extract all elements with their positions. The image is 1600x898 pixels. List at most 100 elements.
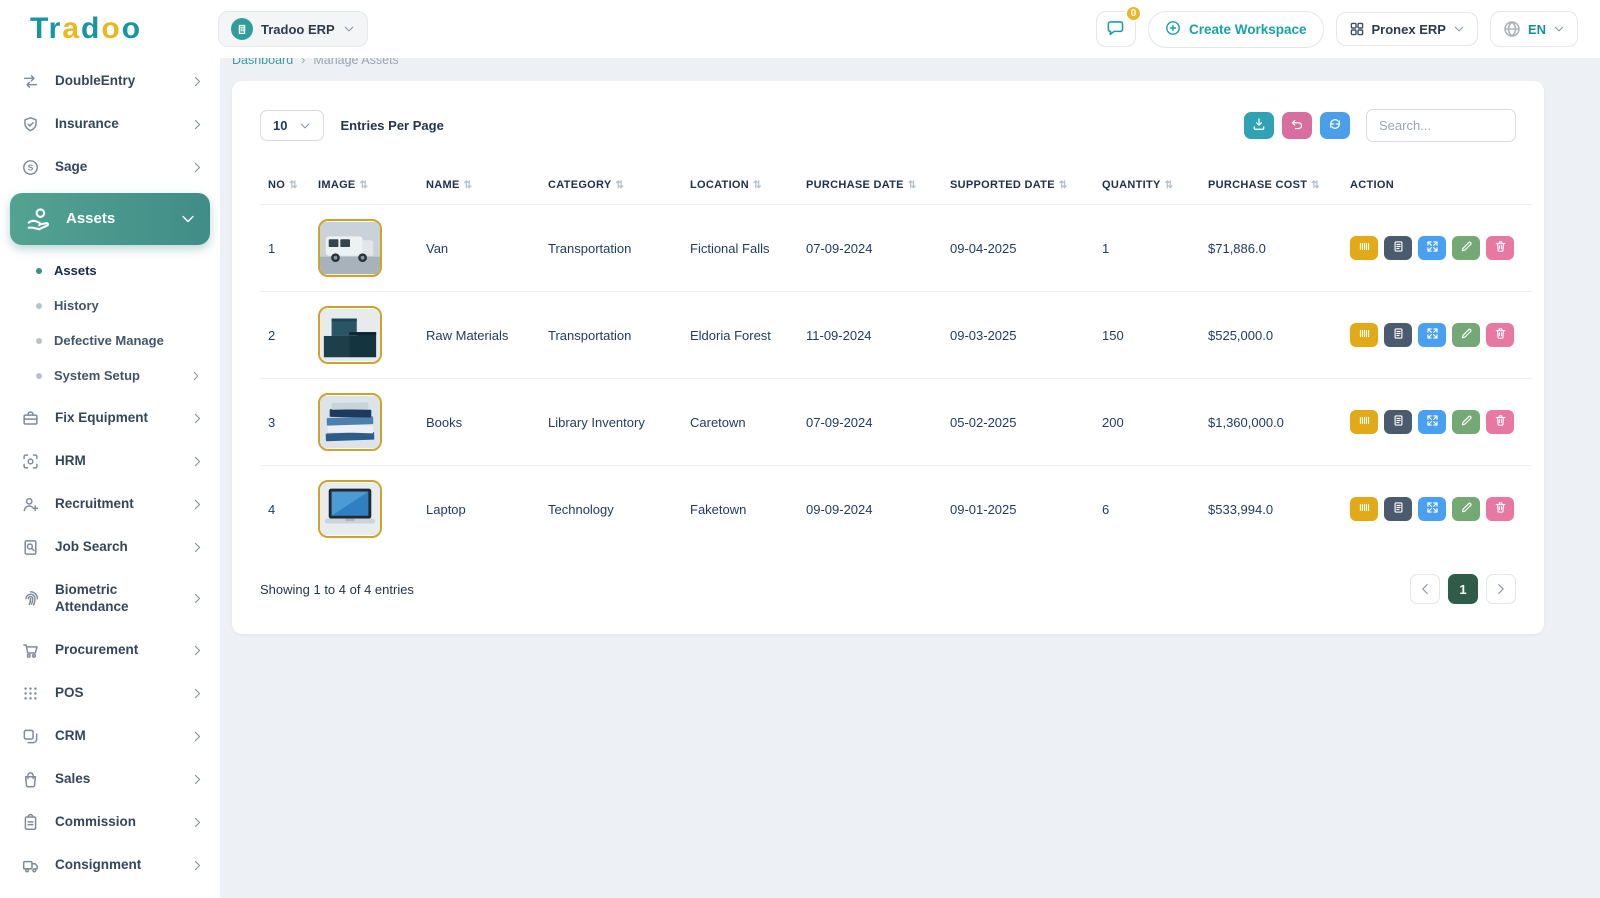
asset-name: Raw Materials: [418, 292, 540, 379]
sage-icon: S: [22, 159, 41, 176]
sidebar-item-job-search[interactable]: Job Search: [0, 526, 220, 569]
chevron-down-icon: [1453, 23, 1465, 35]
quantity: 6: [1094, 466, 1200, 553]
expand-button[interactable]: [1418, 323, 1446, 347]
entries-per-page-select[interactable]: 10: [260, 110, 324, 141]
sidebar-item-insurance[interactable]: Insurance: [0, 103, 220, 146]
sidebar-item-sage[interactable]: SSage: [0, 146, 220, 189]
edit-button[interactable]: [1452, 410, 1480, 434]
erp-switcher[interactable]: Pronex ERP: [1336, 12, 1478, 46]
undo-button[interactable]: [1282, 112, 1312, 139]
fix-equipment-icon: [22, 410, 41, 427]
create-workspace-label: Create Workspace: [1189, 22, 1307, 37]
chevron-right-icon: [191, 730, 204, 743]
pagination-next-button[interactable]: [1486, 574, 1516, 604]
pagination-page-1[interactable]: 1: [1448, 574, 1478, 604]
details-button[interactable]: [1384, 236, 1412, 260]
bullet-icon: [36, 373, 42, 379]
expand-button[interactable]: [1418, 497, 1446, 521]
quantity: 200: [1094, 379, 1200, 466]
delete-button[interactable]: [1486, 236, 1514, 260]
details-button[interactable]: [1384, 410, 1412, 434]
row-actions: [1342, 292, 1532, 379]
sort-icon: ⇅: [616, 180, 625, 191]
sort-icon: ⇅: [1165, 180, 1174, 191]
column-header-no[interactable]: NO⇅: [260, 166, 310, 205]
barcode-button[interactable]: [1350, 236, 1378, 260]
sidebar: DoubleEntryInsuranceSSageAssetsAssetsHis…: [0, 58, 220, 898]
download-icon: [1252, 117, 1266, 134]
asset-image: [310, 292, 418, 379]
supported-date: 09-03-2025: [942, 292, 1094, 379]
sort-icon: ⇅: [753, 180, 762, 191]
edit-button[interactable]: [1452, 497, 1480, 521]
asset-image: [310, 466, 418, 553]
delete-button[interactable]: [1486, 323, 1514, 347]
download-button[interactable]: [1244, 112, 1274, 139]
barcode-button[interactable]: [1350, 410, 1378, 434]
assets-icon: [26, 207, 52, 231]
sidebar-subitem-defective-manage[interactable]: Defective Manage: [0, 323, 220, 358]
column-header-location[interactable]: LOCATION⇅: [682, 166, 798, 205]
sidebar-item-assets[interactable]: Assets: [10, 193, 210, 245]
asset-image: [310, 379, 418, 466]
column-header-purchase-cost[interactable]: PURCHASE COST⇅: [1200, 166, 1342, 205]
brand-letter: o: [122, 12, 142, 45]
expand-button[interactable]: [1418, 410, 1446, 434]
van-photo: [318, 219, 382, 277]
sidebar-item-doubleentry[interactable]: DoubleEntry: [0, 60, 220, 103]
barcode-button[interactable]: [1350, 497, 1378, 521]
sidebar-item-consignment[interactable]: Consignment: [0, 844, 220, 887]
sidebar-subitem-label: System Setup: [54, 368, 140, 383]
details-button[interactable]: [1384, 497, 1412, 521]
sidebar-item-fix-equipment[interactable]: Fix Equipment: [0, 397, 220, 440]
column-header-purchase-date[interactable]: PURCHASE DATE⇅: [798, 166, 942, 205]
barcode-button[interactable]: [1350, 323, 1378, 347]
edit-button[interactable]: [1452, 236, 1480, 260]
column-header-image[interactable]: IMAGE⇅: [310, 166, 418, 205]
sidebar-subitem-history[interactable]: History: [0, 288, 220, 323]
quantity: 1: [1094, 205, 1200, 292]
chevron-right-icon: [191, 498, 204, 511]
row-actions: [1342, 466, 1532, 553]
delete-button[interactable]: [1486, 410, 1514, 434]
sidebar-item-hrm[interactable]: HRM: [0, 440, 220, 483]
sidebar-item-commission[interactable]: Commission: [0, 801, 220, 844]
create-workspace-button[interactable]: Create Workspace: [1148, 11, 1324, 48]
books-photo: [318, 393, 382, 451]
sidebar-item-label: DoubleEntry: [55, 73, 177, 90]
asset-name: Van: [418, 205, 540, 292]
brand-letter: r: [49, 12, 63, 45]
refresh-button[interactable]: [1320, 112, 1350, 139]
procurement-icon: [22, 642, 41, 659]
erp-switcher-label: Pronex ERP: [1372, 22, 1446, 37]
language-selector[interactable]: EN: [1490, 11, 1578, 47]
sidebar-item-biometric-attendance[interactable]: Biometric Attendance: [0, 569, 220, 629]
sync-icon: [1328, 117, 1342, 134]
sidebar-item-procurement[interactable]: Procurement: [0, 629, 220, 672]
search-input[interactable]: [1366, 109, 1516, 142]
workspace-icon: [231, 18, 253, 40]
chat-button[interactable]: 0: [1096, 11, 1136, 47]
sidebar-item-crm[interactable]: CRM: [0, 715, 220, 758]
sidebar-item-recruitment[interactable]: Recruitment: [0, 483, 220, 526]
column-header-supported-date[interactable]: SUPPORTED DATE⇅: [942, 166, 1094, 205]
insurance-icon: [22, 116, 41, 133]
sidebar-item-sales[interactable]: Sales: [0, 758, 220, 801]
workspace-switcher[interactable]: Tradoo ERP: [218, 11, 368, 47]
sidebar-item-pos[interactable]: POS: [0, 672, 220, 715]
column-header-name[interactable]: NAME⇅: [418, 166, 540, 205]
delete-button[interactable]: [1486, 497, 1514, 521]
purchase-cost: $1,360,000.0: [1200, 379, 1342, 466]
purchase-date: 09-09-2024: [798, 466, 942, 553]
expand-button[interactable]: [1418, 236, 1446, 260]
row-number: 2: [260, 292, 310, 379]
details-button[interactable]: [1384, 323, 1412, 347]
column-header-category[interactable]: CATEGORY⇅: [540, 166, 682, 205]
pagination-prev-button[interactable]: [1410, 574, 1440, 604]
edit-button[interactable]: [1452, 323, 1480, 347]
trash-icon: [1494, 327, 1507, 343]
sidebar-subitem-system-setup[interactable]: System Setup: [0, 358, 220, 393]
sidebar-subitem-assets[interactable]: Assets: [0, 253, 220, 288]
column-header-quantity[interactable]: QUANTITY⇅: [1094, 166, 1200, 205]
